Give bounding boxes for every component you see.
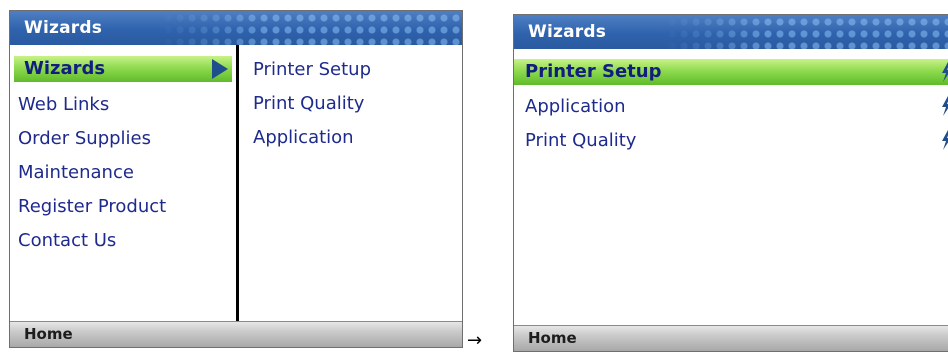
screen-after: Wizards Printer Setup Application Print …: [513, 14, 948, 352]
list-item-label: Printer Setup: [525, 61, 662, 82]
home-softkey[interactable]: Home: [528, 329, 577, 347]
menu-item-register-product[interactable]: Register Product: [18, 193, 166, 220]
menu-item-contact-us[interactable]: Contact Us: [18, 227, 116, 254]
menu-item-web-links[interactable]: Web Links: [18, 91, 109, 118]
title-bar-dot-pattern: [160, 11, 462, 45]
screen-title: Wizards: [24, 18, 103, 38]
menu-item-order-supplies[interactable]: Order Supplies: [18, 125, 151, 152]
title-bar: Wizards: [514, 15, 948, 49]
wizard-bolt-icon: [942, 130, 948, 150]
screen-title: Wizards: [528, 22, 607, 42]
list-item-print-quality[interactable]: Print Quality: [525, 127, 636, 154]
bottom-bar: Home: [10, 321, 462, 347]
submenu-item-application[interactable]: Application: [253, 123, 354, 153]
home-softkey[interactable]: Home: [24, 325, 73, 343]
pane-divider: [236, 45, 239, 322]
menu-item-label: Wizards: [24, 58, 106, 79]
transition-arrow-icon: →: [467, 330, 483, 351]
submenu-item-printer-setup[interactable]: Printer Setup: [253, 55, 371, 85]
submenu-arrow-icon: [212, 59, 228, 79]
list-item-printer-setup-selected[interactable]: Printer Setup: [514, 59, 948, 85]
screen-before: Wizards Wizards Web Links Order Supplies…: [9, 10, 463, 348]
wizard-bolt-icon: [942, 62, 948, 82]
submenu-item-print-quality[interactable]: Print Quality: [253, 89, 364, 119]
list-item-application[interactable]: Application: [525, 93, 626, 120]
title-bar-dot-pattern: [664, 15, 948, 49]
wizard-bolt-icon: [942, 96, 948, 116]
menu-item-wizards-selected[interactable]: Wizards: [14, 56, 232, 82]
menu-item-maintenance[interactable]: Maintenance: [18, 159, 134, 186]
bottom-bar: Home: [514, 325, 948, 351]
title-bar: Wizards: [10, 11, 462, 45]
